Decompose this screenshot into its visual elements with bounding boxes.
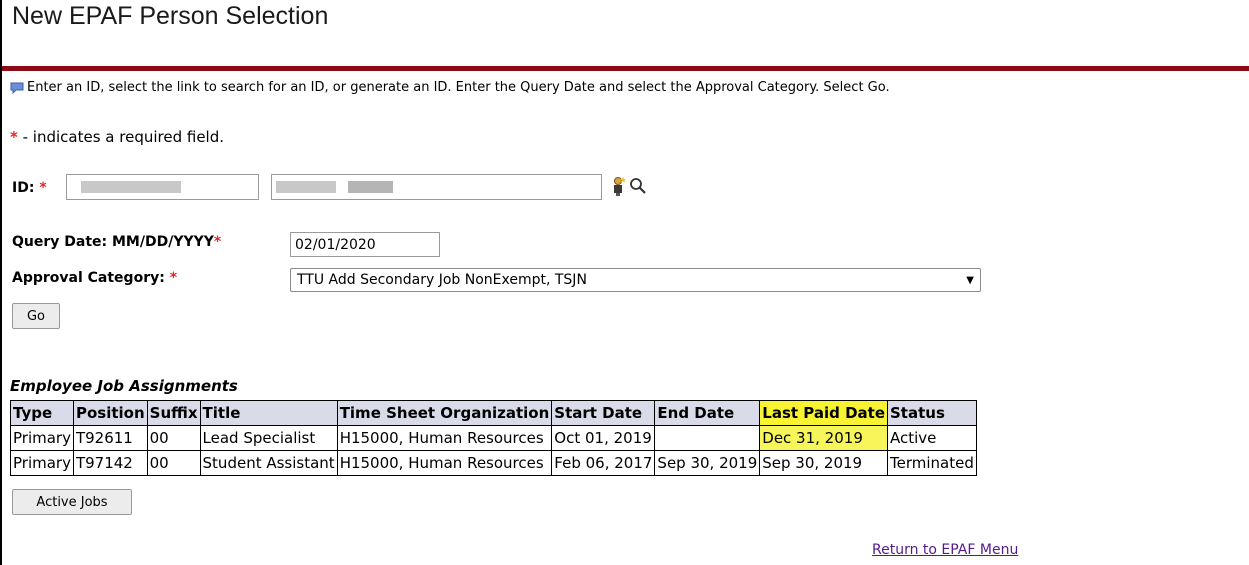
title-divider bbox=[2, 66, 1249, 71]
redacted-name-part bbox=[276, 181, 336, 193]
cell-end-date bbox=[654, 425, 761, 451]
cell-title: Lead Specialist bbox=[199, 425, 338, 451]
cell-time-sheet-organization: H15000, Human Resources bbox=[336, 425, 553, 451]
required-note-text: - indicates a required field. bbox=[17, 128, 225, 146]
column-header-start-date: Start Date bbox=[551, 400, 656, 426]
query-date-label: Query Date: MM/DD/YYYY* bbox=[12, 234, 221, 250]
column-header-type: Type bbox=[10, 400, 74, 426]
approval-category-label: Approval Category: * bbox=[12, 270, 177, 286]
query-date-required-star: * bbox=[213, 234, 222, 250]
column-header-suffix: Suffix bbox=[146, 400, 201, 426]
cell-title: Student Assistant bbox=[199, 450, 338, 476]
job-assignments-table: Type Position Suffix Title Time Sheet Or… bbox=[10, 400, 977, 476]
column-header-title: Title bbox=[199, 400, 338, 426]
active-jobs-button[interactable]: Active Jobs bbox=[12, 489, 132, 515]
column-header-position: Position bbox=[72, 400, 148, 426]
job-assignments-title: Employee Job Assignments bbox=[10, 377, 238, 395]
cell-status: Terminated bbox=[887, 450, 977, 476]
query-date-label-text: Query Date: MM/DD/YYYY bbox=[12, 234, 214, 250]
cell-end-date: Sep 30, 2019 bbox=[654, 450, 761, 476]
return-to-epaf-menu-link[interactable]: Return to EPAF Menu bbox=[872, 542, 1018, 558]
magnifier-icon[interactable] bbox=[629, 177, 647, 199]
chevron-down-icon: ▼ bbox=[966, 274, 974, 286]
id-input[interactable] bbox=[66, 174, 259, 200]
column-header-last-paid-date: Last Paid Date bbox=[759, 400, 888, 426]
page-title: New EPAF Person Selection bbox=[12, 2, 329, 30]
instruction-text: Enter an ID, select the link to search f… bbox=[27, 80, 890, 95]
column-header-status: Status bbox=[887, 400, 977, 426]
redacted-name-part bbox=[348, 181, 393, 193]
approval-category-value: TTU Add Secondary Job NonExempt, TSJN bbox=[297, 272, 587, 288]
cell-type: Primary bbox=[10, 450, 74, 476]
required-star: * bbox=[10, 128, 18, 146]
go-button[interactable]: Go bbox=[12, 303, 60, 329]
cell-status: Active bbox=[887, 425, 977, 451]
cell-suffix: 00 bbox=[146, 425, 201, 451]
column-header-end-date: End Date bbox=[654, 400, 761, 426]
required-field-note: * - indicates a required field. bbox=[10, 128, 224, 146]
table-row: Primary T97142 00 Student Assistant H150… bbox=[10, 450, 977, 476]
approval-category-select[interactable]: TTU Add Secondary Job NonExempt, TSJN ▼ bbox=[290, 268, 981, 292]
person-name-field[interactable] bbox=[271, 174, 602, 200]
id-label: ID: * bbox=[12, 180, 47, 196]
approval-category-label-text: Approval Category: bbox=[12, 270, 165, 286]
cell-start-date: Oct 01, 2019 bbox=[551, 425, 656, 451]
person-generate-icon[interactable] bbox=[611, 176, 627, 200]
cell-last-paid-date: Dec 31, 2019 bbox=[759, 425, 888, 451]
cell-type: Primary bbox=[10, 425, 74, 451]
table-row: Primary T92611 00 Lead Specialist H15000… bbox=[10, 425, 977, 451]
left-frame-border bbox=[0, 0, 2, 565]
cell-last-paid-date: Sep 30, 2019 bbox=[759, 450, 888, 476]
cell-position: T97142 bbox=[72, 450, 148, 476]
id-required-star: * bbox=[39, 180, 47, 196]
id-label-text: ID: bbox=[12, 180, 35, 196]
query-date-input[interactable] bbox=[290, 232, 440, 257]
column-header-time-sheet-organization: Time Sheet Organization bbox=[336, 400, 553, 426]
cell-position: T92611 bbox=[72, 425, 148, 451]
approval-category-required-star: * bbox=[169, 270, 178, 286]
speech-bubble-icon bbox=[10, 82, 24, 94]
instruction-line: Enter an ID, select the link to search f… bbox=[10, 80, 890, 95]
redacted-id-value bbox=[81, 181, 181, 193]
cell-start-date: Feb 06, 2017 bbox=[551, 450, 656, 476]
table-header-row: Type Position Suffix Title Time Sheet Or… bbox=[10, 400, 977, 426]
cell-suffix: 00 bbox=[146, 450, 201, 476]
cell-time-sheet-organization: H15000, Human Resources bbox=[336, 450, 553, 476]
